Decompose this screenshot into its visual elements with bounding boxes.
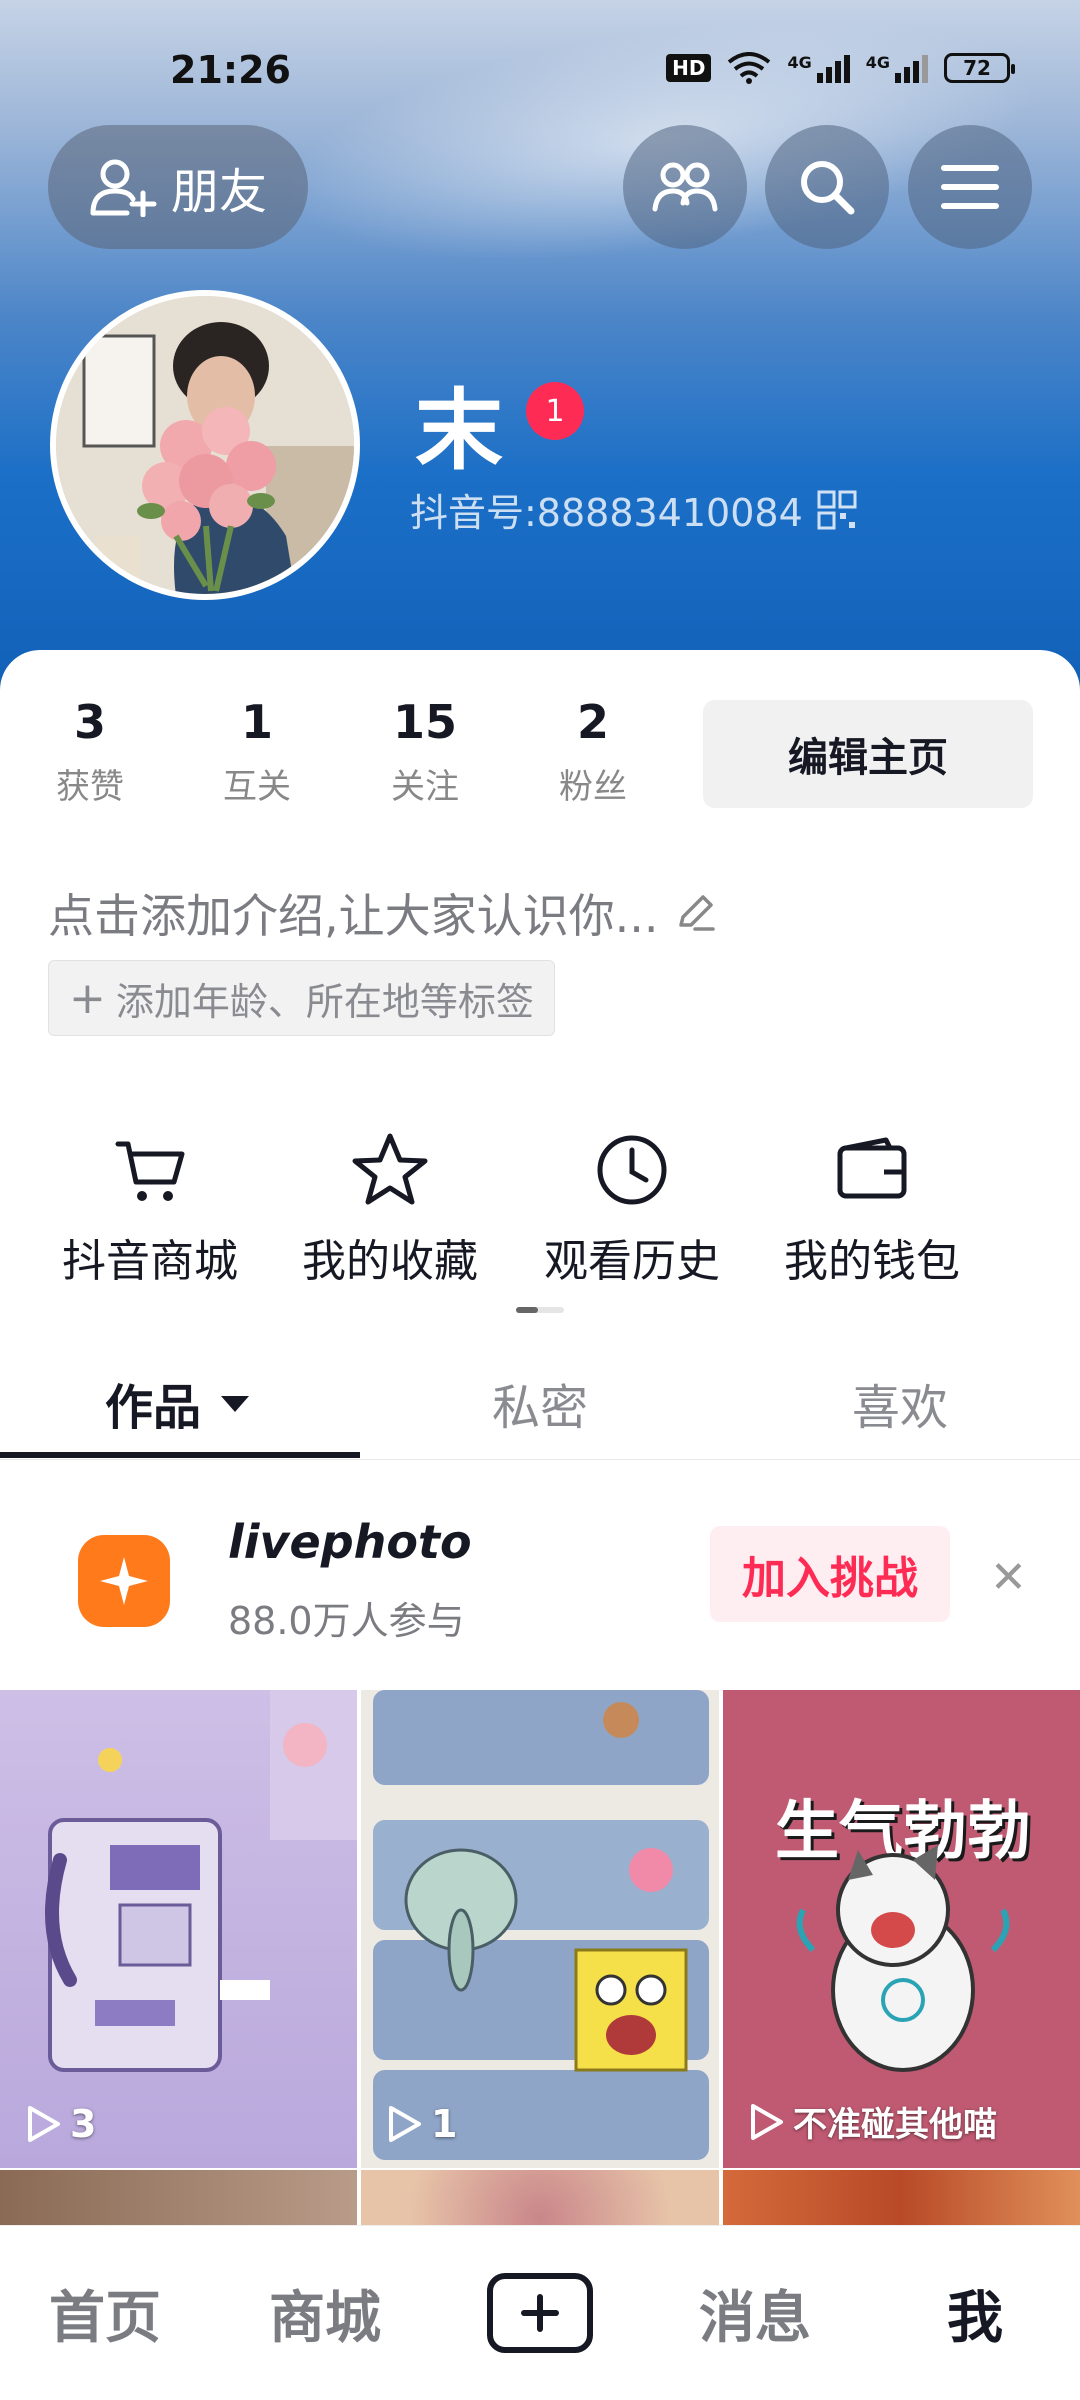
caret-down-icon bbox=[221, 1395, 249, 1412]
join-challenge-button[interactable]: 加入挑战 bbox=[710, 1526, 950, 1622]
nav-messages[interactable]: 消息 bbox=[650, 2226, 860, 2400]
stat-following-count: 15 bbox=[392, 695, 457, 749]
phone-booth-illustration bbox=[45, 1690, 357, 2072]
video-thumbnail-3[interactable]: 生气勃勃 不准碰其他喵 bbox=[723, 1690, 1080, 2168]
shortcut-wallet-label: 我的钱包 bbox=[784, 1236, 960, 1287]
shortcut-row: 抖音商城 我的收藏 观看历史 我的钱包 bbox=[0, 1125, 1080, 1305]
nav-home[interactable]: 首页 bbox=[0, 2226, 210, 2400]
tab-likes[interactable]: 喜欢 bbox=[720, 1345, 1080, 1460]
stat-following-label: 关注 bbox=[391, 767, 459, 807]
stat-mutual[interactable]: 1 互关 bbox=[197, 695, 317, 808]
shortcut-scroll-indicator bbox=[516, 1307, 564, 1313]
cartoon-illustration bbox=[373, 1690, 709, 2160]
wifi-icon bbox=[728, 52, 771, 84]
video-thumbnail-4[interactable] bbox=[0, 2170, 357, 2230]
qr-code-icon[interactable] bbox=[817, 490, 857, 530]
video-thumbnail-6[interactable] bbox=[723, 2170, 1080, 2230]
notification-badge[interactable]: 1 bbox=[526, 382, 584, 440]
video-2-playcount: 1 bbox=[383, 2102, 457, 2146]
active-tab-indicator bbox=[0, 1452, 360, 1458]
video-thumbnail-5[interactable] bbox=[361, 2170, 719, 2230]
stat-mutual-label: 互关 bbox=[223, 767, 291, 807]
nickname: 末 bbox=[415, 379, 504, 482]
bio-placeholder: 点击添加介绍,让大家认识你... bbox=[48, 889, 659, 943]
search-button[interactable] bbox=[765, 125, 889, 249]
video-grid: 3 1 生气勃勃 不准碰其他喵 bbox=[0, 1690, 1080, 2230]
edit-profile-button[interactable]: 编辑主页 bbox=[703, 700, 1033, 808]
avatar[interactable] bbox=[50, 290, 360, 600]
tab-works[interactable]: 作品 bbox=[0, 1345, 360, 1460]
shortcut-mall-label: 抖音商城 bbox=[62, 1236, 238, 1287]
groups-button[interactable] bbox=[623, 125, 747, 249]
status-icons: HD 4G 4G 72 bbox=[666, 52, 1015, 84]
bio[interactable]: 点击添加介绍,让大家认识你... bbox=[48, 880, 717, 946]
avatar-photo bbox=[56, 296, 354, 594]
signal-icon-2: 4G bbox=[866, 53, 928, 83]
stats-row: 3 获赞 1 互关 15 关注 2 粉丝 bbox=[0, 695, 700, 815]
shortcut-favorites[interactable]: 我的收藏 bbox=[275, 1125, 505, 1289]
nav-me[interactable]: 我 bbox=[870, 2226, 1080, 2400]
tab-private[interactable]: 私密 bbox=[360, 1345, 720, 1460]
cart-icon bbox=[115, 1141, 185, 1201]
play-icon bbox=[751, 2103, 783, 2140]
video-thumbnail-1[interactable]: 3 bbox=[0, 1690, 357, 2168]
clock-icon bbox=[597, 1135, 667, 1205]
stat-likes[interactable]: 3 获赞 bbox=[30, 695, 150, 808]
plus-icon bbox=[521, 2294, 559, 2332]
status-bar: 21:26 HD 4G 4G 72 bbox=[0, 0, 1080, 140]
challenge-banner[interactable]: livephoto 88.0万人参与 加入挑战 ✕ bbox=[0, 1480, 1080, 1680]
challenge-participants: 88.0万人参与 bbox=[228, 1599, 465, 1643]
play-icon bbox=[389, 2106, 421, 2142]
menu-icon bbox=[941, 165, 999, 209]
stat-likes-count: 3 bbox=[73, 695, 106, 749]
play-icon bbox=[28, 2106, 60, 2142]
pencil-icon bbox=[678, 895, 715, 931]
close-icon[interactable]: ✕ bbox=[990, 1552, 1027, 1603]
stat-mutual-count: 1 bbox=[240, 695, 273, 749]
add-friends-button[interactable]: 朋友 bbox=[48, 125, 308, 249]
shortcut-wallet[interactable]: 我的钱包 bbox=[757, 1125, 987, 1289]
add-friends-label: 朋友 bbox=[170, 164, 267, 220]
signal-icon-1: 4G bbox=[787, 53, 850, 83]
wallet-icon bbox=[837, 1137, 907, 1199]
douyin-id[interactable]: 抖音号:88883410084 bbox=[410, 482, 857, 537]
douyin-id-text: 抖音号:88883410084 bbox=[410, 491, 803, 535]
create-button[interactable] bbox=[487, 2273, 593, 2353]
challenge-title: livephoto bbox=[228, 1515, 472, 1569]
stat-followers-count: 2 bbox=[576, 695, 609, 749]
plus-icon: + bbox=[69, 972, 106, 1024]
hd-icon: HD bbox=[666, 54, 712, 82]
add-tags-button[interactable]: + 添加年龄、所在地等标签 bbox=[48, 960, 555, 1036]
shortcut-history[interactable]: 观看历史 bbox=[517, 1125, 747, 1289]
star-icon bbox=[352, 1133, 428, 1205]
nav-mall[interactable]: 商城 bbox=[220, 2226, 430, 2400]
search-icon bbox=[801, 161, 855, 215]
video-1-playcount: 3 bbox=[22, 2102, 96, 2146]
tab-works-label: 作品 bbox=[104, 1379, 201, 1436]
content-tabs: 作品 私密 喜欢 bbox=[0, 1345, 1080, 1460]
add-friend-icon bbox=[90, 159, 157, 217]
stat-following[interactable]: 15 关注 bbox=[365, 695, 485, 808]
battery-icon: 72 bbox=[944, 53, 1015, 83]
status-time: 21:26 bbox=[170, 48, 291, 92]
bottom-navigation: 首页 商城 消息 我 bbox=[0, 2225, 1080, 2400]
stat-likes-label: 获赞 bbox=[56, 767, 124, 807]
add-tags-label: 添加年龄、所在地等标签 bbox=[115, 979, 534, 1024]
stat-followers[interactable]: 2 粉丝 bbox=[533, 695, 653, 808]
group-icon bbox=[652, 162, 718, 212]
video-thumbnail-2[interactable]: 1 bbox=[361, 1690, 719, 2168]
menu-button[interactable] bbox=[908, 125, 1032, 249]
livephoto-icon bbox=[78, 1535, 170, 1627]
shortcut-mall[interactable]: 抖音商城 bbox=[35, 1125, 265, 1289]
stat-followers-label: 粉丝 bbox=[559, 767, 627, 807]
shortcut-favorites-label: 我的收藏 bbox=[302, 1236, 478, 1287]
video-3-caption: 不准碰其他喵 bbox=[745, 2097, 997, 2146]
shortcut-history-label: 观看历史 bbox=[544, 1236, 720, 1287]
